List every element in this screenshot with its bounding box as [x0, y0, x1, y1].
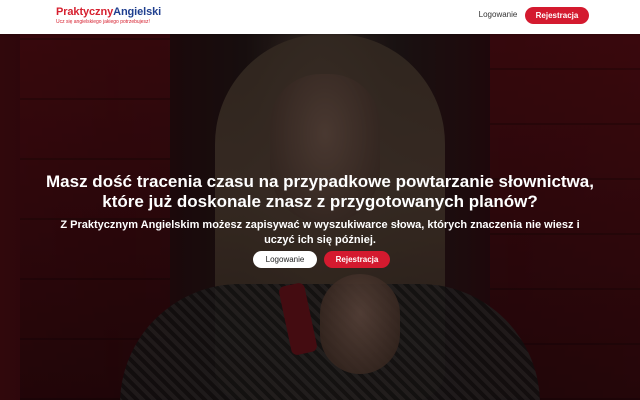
top-navbar: PraktycznyAngielski Ucz się angielskiego… [0, 0, 640, 34]
logo-tagline: Ucz się angielskiego jakiego potrzebujes… [56, 19, 150, 25]
hero-headline: Masz dość tracenia czasu na przypadkowe … [46, 172, 594, 211]
nav-login-link[interactable]: Logowanie [470, 6, 526, 24]
site-logo[interactable]: PraktycznyAngielski Ucz się angielskiego… [56, 6, 161, 25]
hero-subtext: Z Praktycznym Angielskim możesz zapisywa… [60, 219, 580, 246]
hero-section: Masz dość tracenia czasu na przypadkowe … [0, 34, 640, 400]
logo-part-2: Angielski [113, 6, 162, 18]
hero-login-button[interactable]: Logowanie [253, 251, 317, 268]
hero-content: Masz dość tracenia czasu na przypadkowe … [0, 34, 640, 400]
hero-register-button[interactable]: Rejestracja [324, 251, 390, 268]
nav-register-button[interactable]: Rejestracja [525, 7, 589, 24]
logo-wordmark: PraktycznyAngielski [56, 6, 161, 18]
logo-part-1: Praktyczny [56, 6, 114, 18]
